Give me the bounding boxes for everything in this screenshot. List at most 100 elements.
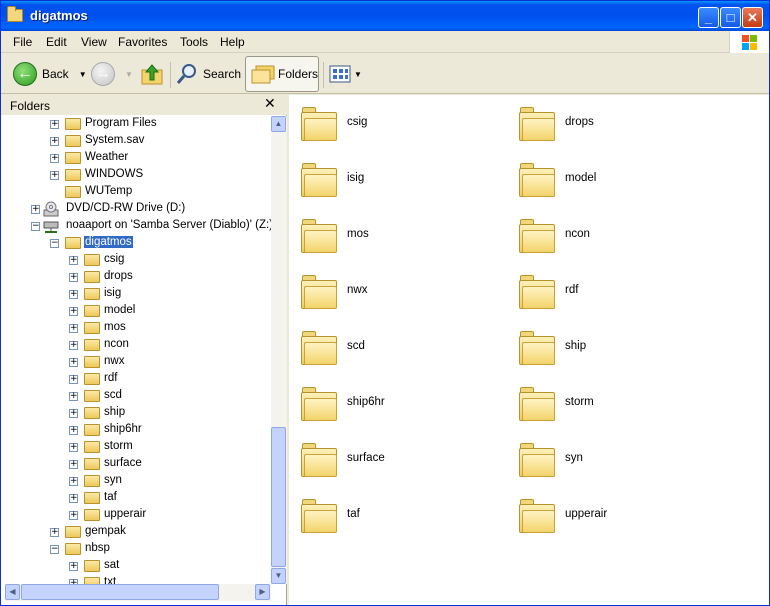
expand-icon[interactable]: + bbox=[69, 477, 78, 486]
tree-item[interactable]: + drops bbox=[5, 269, 271, 286]
tree-item-label: ncon bbox=[104, 338, 129, 350]
folder-item[interactable]: csig bbox=[301, 105, 501, 145]
expand-icon[interactable]: + bbox=[50, 120, 59, 129]
collapse-icon[interactable]: − bbox=[50, 545, 59, 554]
expand-icon[interactable]: + bbox=[69, 307, 78, 316]
forward-button[interactable]: → ▼ bbox=[91, 56, 133, 92]
tree-item[interactable]: + csig bbox=[5, 252, 271, 269]
expand-icon[interactable]: + bbox=[69, 256, 78, 265]
expand-icon[interactable]: + bbox=[69, 562, 78, 571]
tree-item[interactable]: + surface bbox=[5, 456, 271, 473]
expand-icon[interactable]: + bbox=[31, 205, 40, 214]
expand-icon[interactable]: + bbox=[69, 324, 78, 333]
folder-item[interactable]: nwx bbox=[301, 273, 501, 313]
tree-item[interactable]: + model bbox=[5, 303, 271, 320]
folder-item[interactable]: surface bbox=[301, 441, 501, 481]
hscroll-thumb[interactable] bbox=[21, 584, 219, 600]
expand-icon[interactable]: + bbox=[69, 341, 78, 350]
menu-file[interactable]: File bbox=[13, 35, 32, 49]
tree-item[interactable]: WUTemp bbox=[5, 184, 271, 201]
tree-item[interactable]: + syn bbox=[5, 473, 271, 490]
scroll-right-icon[interactable]: ▶ bbox=[255, 584, 270, 600]
up-folder-button[interactable] bbox=[140, 56, 164, 92]
expand-icon[interactable]: + bbox=[69, 290, 78, 299]
back-button[interactable]: ← Back ▼ bbox=[13, 56, 87, 92]
scroll-up-icon[interactable]: ▲ bbox=[271, 116, 286, 132]
expand-icon[interactable]: + bbox=[69, 494, 78, 503]
views-button[interactable]: ▼ bbox=[329, 56, 362, 92]
tree-item[interactable]: + rdf bbox=[5, 371, 271, 388]
collapse-icon[interactable]: − bbox=[31, 222, 40, 231]
folders-button[interactable]: Folders bbox=[245, 56, 319, 92]
tree-item[interactable]: − noaaport on 'Samba Server (Diablo)' (Z:… bbox=[5, 218, 271, 235]
back-dropdown-icon[interactable]: ▼ bbox=[79, 70, 87, 79]
tree-item[interactable]: + System.sav bbox=[5, 133, 271, 150]
tree-item[interactable]: + ship6hr bbox=[5, 422, 271, 439]
tree-item[interactable]: + upperair bbox=[5, 507, 271, 524]
menu-edit[interactable]: Edit bbox=[46, 35, 67, 49]
expand-icon[interactable]: + bbox=[69, 273, 78, 282]
expand-icon[interactable]: + bbox=[50, 137, 59, 146]
folder-item[interactable]: scd bbox=[301, 329, 501, 369]
tree-item[interactable]: + gempak bbox=[5, 524, 271, 541]
menu-tools[interactable]: Tools bbox=[180, 35, 208, 49]
folder-item[interactable]: ship6hr bbox=[301, 385, 501, 425]
title-bar[interactable]: digatmos _ □ ✕ bbox=[1, 1, 769, 31]
folder-item[interactable]: mos bbox=[301, 217, 501, 257]
expand-icon[interactable]: + bbox=[69, 443, 78, 452]
folder-item[interactable]: ship bbox=[519, 329, 719, 369]
expand-icon[interactable]: + bbox=[69, 426, 78, 435]
expand-icon[interactable]: + bbox=[69, 460, 78, 469]
menu-favorites[interactable]: Favorites bbox=[118, 35, 167, 49]
folder-item[interactable]: upperair bbox=[519, 497, 719, 537]
close-button[interactable]: ✕ bbox=[742, 7, 763, 28]
scroll-thumb[interactable] bbox=[271, 427, 286, 567]
tree-item[interactable]: + ship bbox=[5, 405, 271, 422]
tree-item[interactable]: − nbsp bbox=[5, 541, 271, 558]
tree-item[interactable]: + Weather bbox=[5, 150, 271, 167]
folder-item[interactable]: rdf bbox=[519, 273, 719, 313]
expand-icon[interactable]: + bbox=[50, 154, 59, 163]
menu-view[interactable]: View bbox=[81, 35, 107, 49]
expand-icon[interactable]: + bbox=[69, 392, 78, 401]
tree-item[interactable]: + sat bbox=[5, 558, 271, 575]
tree-item[interactable]: + taf bbox=[5, 490, 271, 507]
minimize-button[interactable]: _ bbox=[698, 7, 719, 28]
expand-icon[interactable]: + bbox=[69, 375, 78, 384]
close-pane-icon[interactable]: ✕ bbox=[264, 95, 276, 112]
folder-item[interactable]: isig bbox=[301, 161, 501, 201]
vertical-scrollbar[interactable]: ▲ ▼ bbox=[271, 116, 287, 584]
expand-icon[interactable]: + bbox=[50, 528, 59, 537]
tree-item[interactable]: + nwx bbox=[5, 354, 271, 371]
folder-item[interactable]: storm bbox=[519, 385, 719, 425]
tree-item[interactable]: + txt bbox=[5, 575, 271, 584]
maximize-button[interactable]: □ bbox=[720, 7, 741, 28]
scroll-left-icon[interactable]: ◀ bbox=[5, 584, 20, 600]
folder-item[interactable]: syn bbox=[519, 441, 719, 481]
folder-item[interactable]: drops bbox=[519, 105, 719, 145]
folder-item[interactable]: model bbox=[519, 161, 719, 201]
tree-item-label: taf bbox=[104, 491, 117, 503]
tree-item[interactable]: + ncon bbox=[5, 337, 271, 354]
folder-item[interactable]: ncon bbox=[519, 217, 719, 257]
search-button[interactable]: Search bbox=[175, 56, 241, 92]
tree-item[interactable]: + DVD/CD-RW Drive (D:) bbox=[5, 201, 271, 218]
expand-icon[interactable]: + bbox=[69, 409, 78, 418]
tree-item[interactable]: + storm bbox=[5, 439, 271, 456]
folder-icon bbox=[84, 390, 100, 402]
tree-item[interactable]: − digatmos bbox=[5, 235, 271, 252]
expand-icon[interactable]: + bbox=[69, 358, 78, 367]
collapse-icon[interactable]: − bbox=[50, 239, 59, 248]
tree-item[interactable]: + WINDOWS bbox=[5, 167, 271, 184]
scroll-down-icon[interactable]: ▼ bbox=[271, 568, 286, 584]
tree-item[interactable]: + isig bbox=[5, 286, 271, 303]
folder-item-label: syn bbox=[565, 452, 583, 464]
tree-item[interactable]: + mos bbox=[5, 320, 271, 337]
expand-icon[interactable]: + bbox=[69, 511, 78, 520]
tree-item[interactable]: + scd bbox=[5, 388, 271, 405]
horizontal-scrollbar[interactable]: ◀ ▶ bbox=[5, 584, 271, 601]
expand-icon[interactable]: + bbox=[50, 171, 59, 180]
menu-help[interactable]: Help bbox=[220, 35, 245, 49]
tree-item[interactable]: + Program Files bbox=[5, 116, 271, 133]
folder-item[interactable]: taf bbox=[301, 497, 501, 537]
